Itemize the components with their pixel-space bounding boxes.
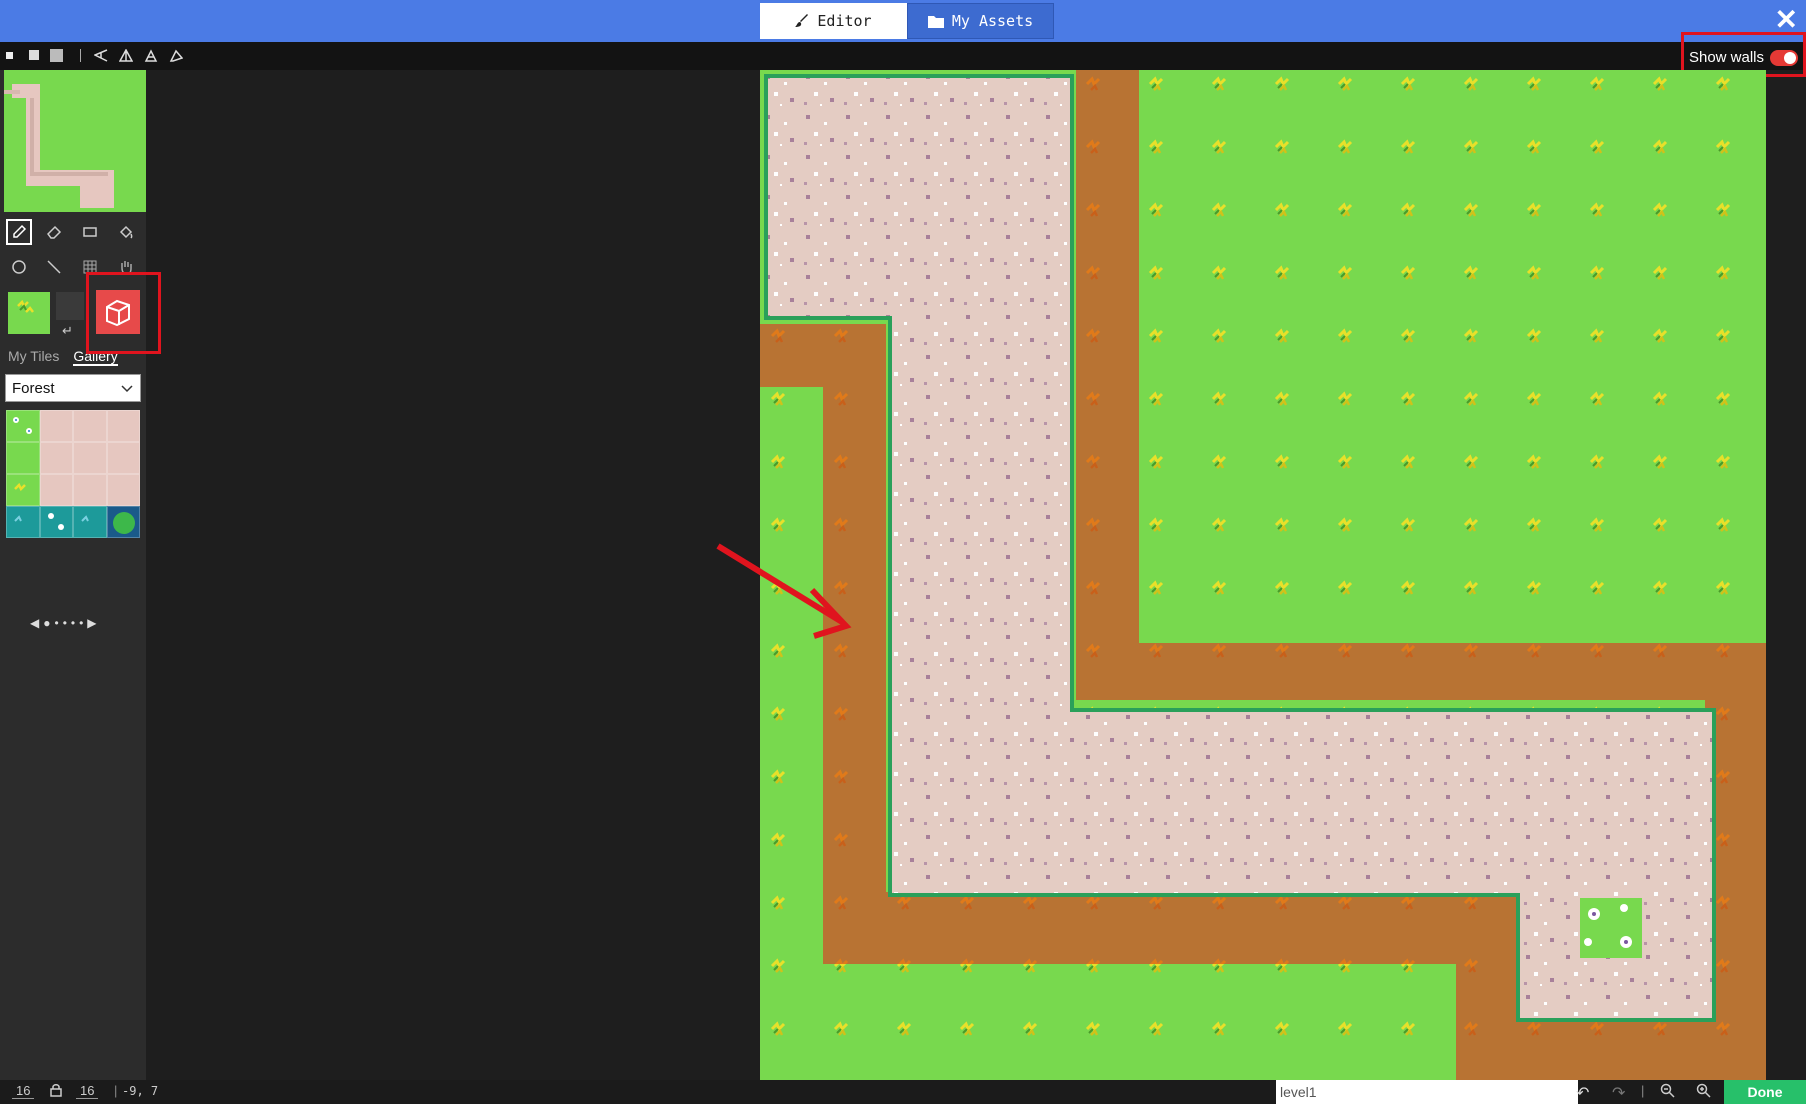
secondary-tile-swatch[interactable] <box>56 292 84 320</box>
large-dot-icon[interactable] <box>50 49 63 62</box>
shape-icon[interactable] <box>169 49 183 62</box>
medium-dot-icon[interactable] <box>29 50 39 60</box>
sidebar: ↵ My Tiles Gallery Forest ◀ ● • • • • ▶ <box>0 70 146 1080</box>
rotate-icon[interactable] <box>144 49 158 62</box>
folder-icon <box>927 15 944 28</box>
pager-dot-active[interactable]: ● <box>43 616 50 630</box>
done-button[interactable]: Done <box>1724 1080 1806 1104</box>
palette-tile[interactable] <box>39 410 73 442</box>
annotation-arrow <box>716 543 852 639</box>
status-divider: | <box>1641 1083 1645 1098</box>
small-dot-icon[interactable] <box>6 52 13 59</box>
palette-tile[interactable] <box>39 474 73 506</box>
tileset-select-value: Forest <box>12 379 55 397</box>
fill-icon[interactable] <box>113 219 139 245</box>
tool-options-bar <box>0 42 1806 70</box>
rectangle-icon[interactable] <box>77 219 103 245</box>
palette-tile[interactable] <box>106 410 140 442</box>
circle-icon[interactable] <box>6 254 32 280</box>
chevron-right-icon[interactable]: ▶ <box>87 616 96 630</box>
palette-pager: ◀ ● • • • • ▶ <box>28 616 99 630</box>
highlight-box-wall-tool <box>86 272 161 354</box>
tab-editor-label: Editor <box>817 12 872 30</box>
palette-tile[interactable] <box>73 410 107 442</box>
map-canvas[interactable] <box>760 70 1766 1080</box>
lock-icon[interactable] <box>50 1083 62 1102</box>
swap-arrow-icon[interactable]: ↵ <box>62 323 73 339</box>
brush-icon <box>795 14 809 28</box>
status-divider: | <box>114 1083 118 1098</box>
chevron-down-icon <box>120 381 134 399</box>
close-icon[interactable]: ✕ <box>1775 6 1798 34</box>
tile-width-field[interactable]: 16 <box>12 1083 35 1099</box>
zoom-out-icon[interactable] <box>1660 1083 1675 1103</box>
palette-tile[interactable] <box>6 474 40 506</box>
palette-tile[interactable] <box>6 442 40 474</box>
palette-tile[interactable] <box>39 442 73 474</box>
tile-palette <box>6 410 140 538</box>
chevron-left-icon[interactable]: ◀ <box>30 616 39 630</box>
undo-icon[interactable]: ↶ <box>1576 1083 1589 1103</box>
pager-dot[interactable]: • <box>79 616 83 630</box>
palette-tile[interactable] <box>106 442 140 474</box>
tile-height-field[interactable]: 16 <box>76 1083 99 1099</box>
top-bar: Editor My Assets ✕ <box>0 0 1806 42</box>
pager-dot[interactable]: • <box>63 616 67 630</box>
status-bar: 16 16 | -9, 7 level1 ↶ ↷ | Done <box>0 1080 1806 1104</box>
tab-my-tiles[interactable]: My Tiles <box>8 348 59 366</box>
palette-tile[interactable] <box>73 506 107 538</box>
zoom-in-icon[interactable] <box>1696 1083 1711 1103</box>
toolbar-divider <box>80 49 81 62</box>
tab-my-assets-label: My Assets <box>951 12 1034 30</box>
palette-tile[interactable] <box>73 474 107 506</box>
primary-tile-swatch[interactable] <box>8 292 50 334</box>
palette-tile[interactable] <box>106 474 140 506</box>
line-icon[interactable] <box>41 254 67 280</box>
eraser-icon[interactable] <box>41 219 67 245</box>
tileset-select[interactable]: Forest <box>5 374 141 402</box>
palette-tile[interactable] <box>106 506 140 538</box>
palette-tile[interactable] <box>6 506 40 538</box>
pager-dot[interactable]: • <box>71 616 75 630</box>
flip-icon[interactable] <box>94 49 108 62</box>
tab-my-assets[interactable]: My Assets <box>907 3 1054 39</box>
pager-dot[interactable]: • <box>54 616 58 630</box>
palette-tile[interactable] <box>6 410 40 442</box>
tab-editor[interactable]: Editor <box>760 3 907 39</box>
pencil-icon[interactable] <box>6 219 32 245</box>
cursor-coords: -9, 7 <box>122 1084 159 1098</box>
level-name-input[interactable]: level1 <box>1276 1080 1578 1104</box>
redo-icon[interactable]: ↷ <box>1612 1083 1625 1103</box>
triangle-icon[interactable] <box>119 49 133 62</box>
palette-tile[interactable] <box>39 506 73 538</box>
tab-bar: Editor My Assets <box>760 3 1054 39</box>
tile-preview <box>4 70 146 212</box>
palette-tile[interactable] <box>73 442 107 474</box>
